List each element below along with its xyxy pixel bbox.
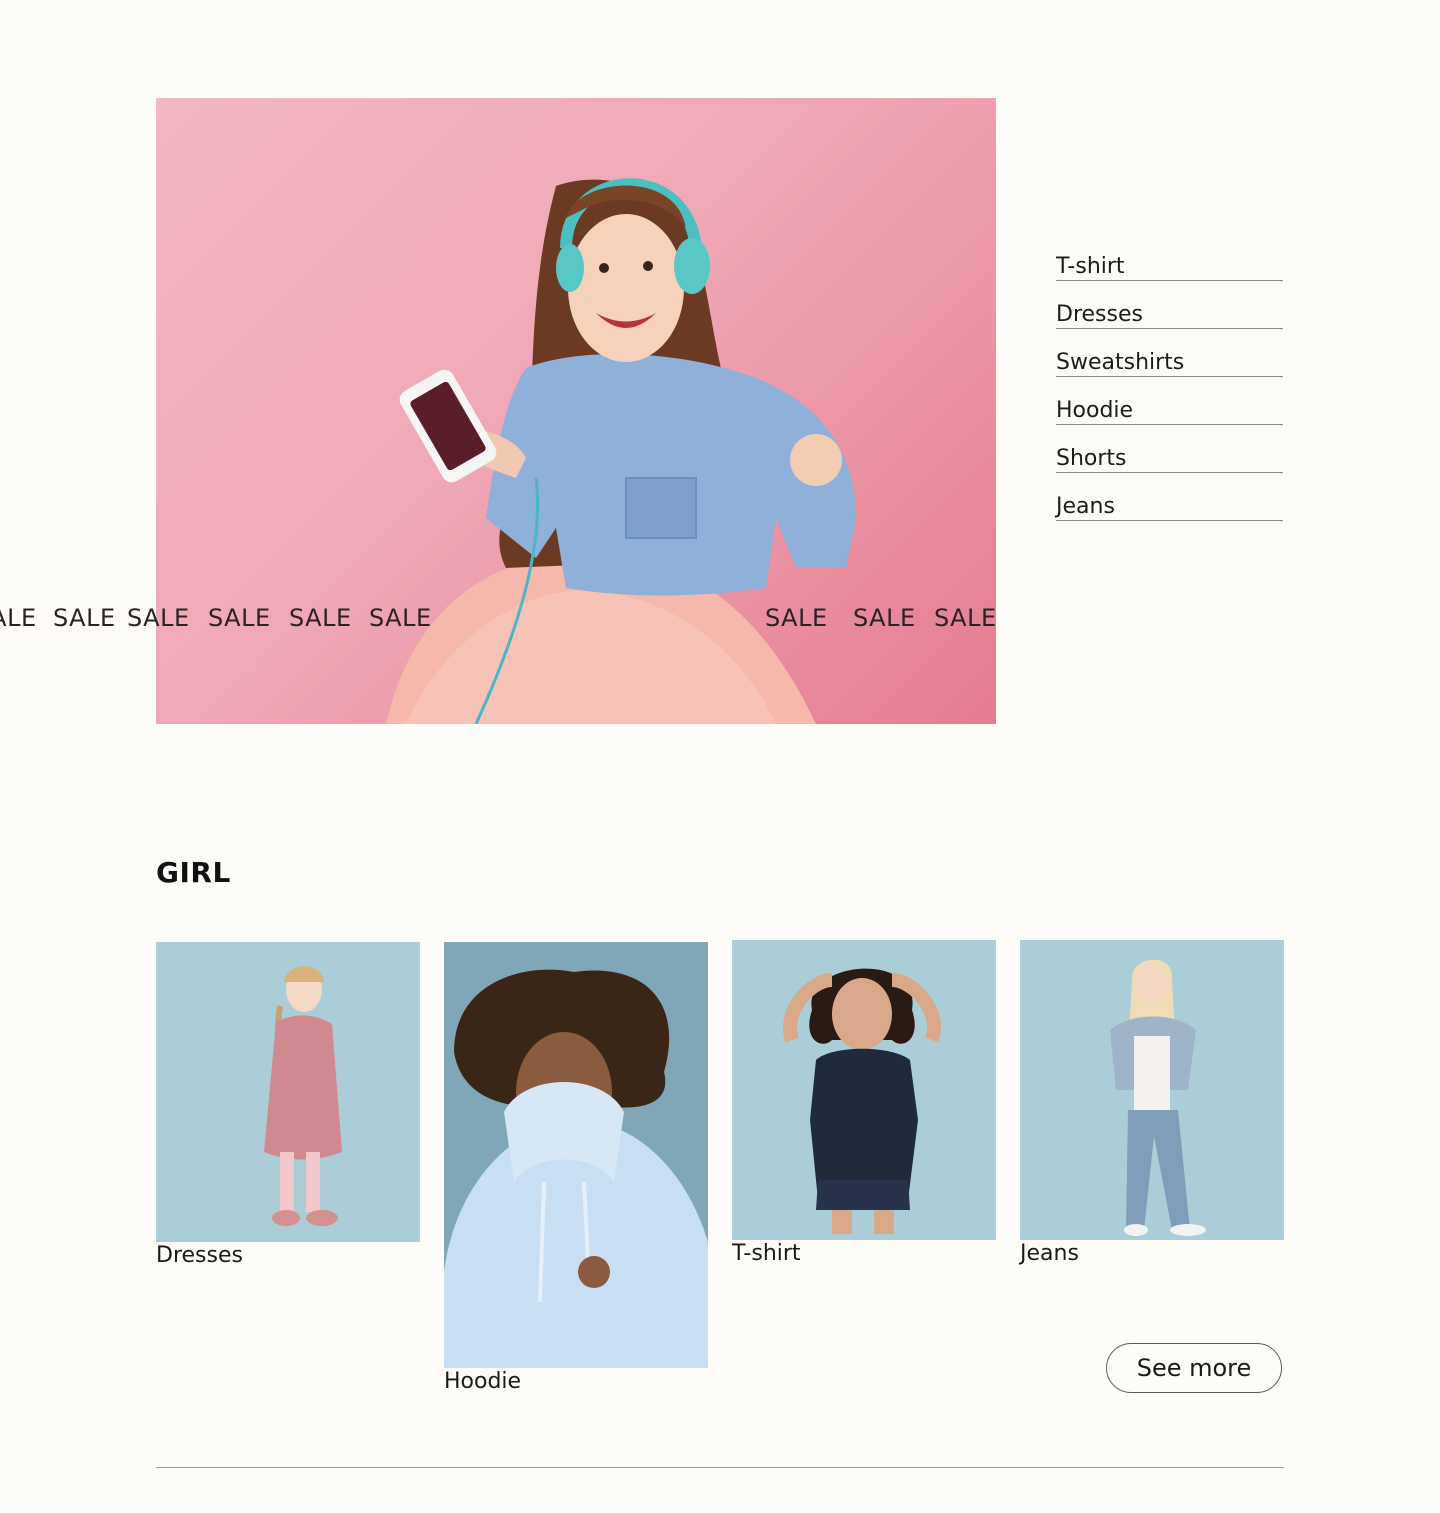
product-label: Jeans <box>1020 1241 1079 1266</box>
sale-word: SALE <box>765 604 828 632</box>
section-divider <box>156 1467 1284 1468</box>
category-item-dresses[interactable]: Dresses <box>1056 302 1283 329</box>
see-more-button[interactable]: See more <box>1106 1343 1282 1393</box>
product-card-dresses[interactable]: Dresses <box>156 942 420 1270</box>
sale-word: SALE <box>208 604 271 632</box>
category-item-sweatshirts[interactable]: Sweatshirts <box>1056 350 1283 377</box>
sale-word: SALE <box>934 604 996 632</box>
section-title: GIRL <box>156 856 231 889</box>
sale-word: SALE <box>127 604 190 632</box>
product-photo <box>1020 940 1284 1240</box>
product-card-tshirt[interactable]: T-shirt <box>732 940 996 1268</box>
sale-word: SALE <box>853 604 916 632</box>
category-list: T-shirt Dresses Sweatshirts Hoodie Short… <box>1056 254 1283 542</box>
product-label: Hoodie <box>444 1369 522 1394</box>
product-photo <box>732 940 996 1240</box>
sale-word: SALE <box>53 604 116 632</box>
category-item-jeans[interactable]: Jeans <box>1056 494 1283 521</box>
sale-marquee: SALE SALE SALE SALE SALE SALE SALE SALE … <box>0 604 996 634</box>
product-label: T-shirt <box>732 1241 801 1266</box>
sale-word: SALE <box>289 604 352 632</box>
product-card-hoodie[interactable]: Hoodie <box>444 942 708 1396</box>
product-photo <box>444 942 708 1368</box>
category-item-tshirt[interactable]: T-shirt <box>1056 254 1283 281</box>
product-label: Dresses <box>156 1243 243 1268</box>
sale-word: SALE <box>369 604 432 632</box>
sale-word: SALE <box>0 604 37 632</box>
category-item-shorts[interactable]: Shorts <box>1056 446 1283 473</box>
category-item-hoodie[interactable]: Hoodie <box>1056 398 1283 425</box>
product-photo <box>156 942 420 1242</box>
product-card-jeans[interactable]: Jeans <box>1020 940 1284 1268</box>
